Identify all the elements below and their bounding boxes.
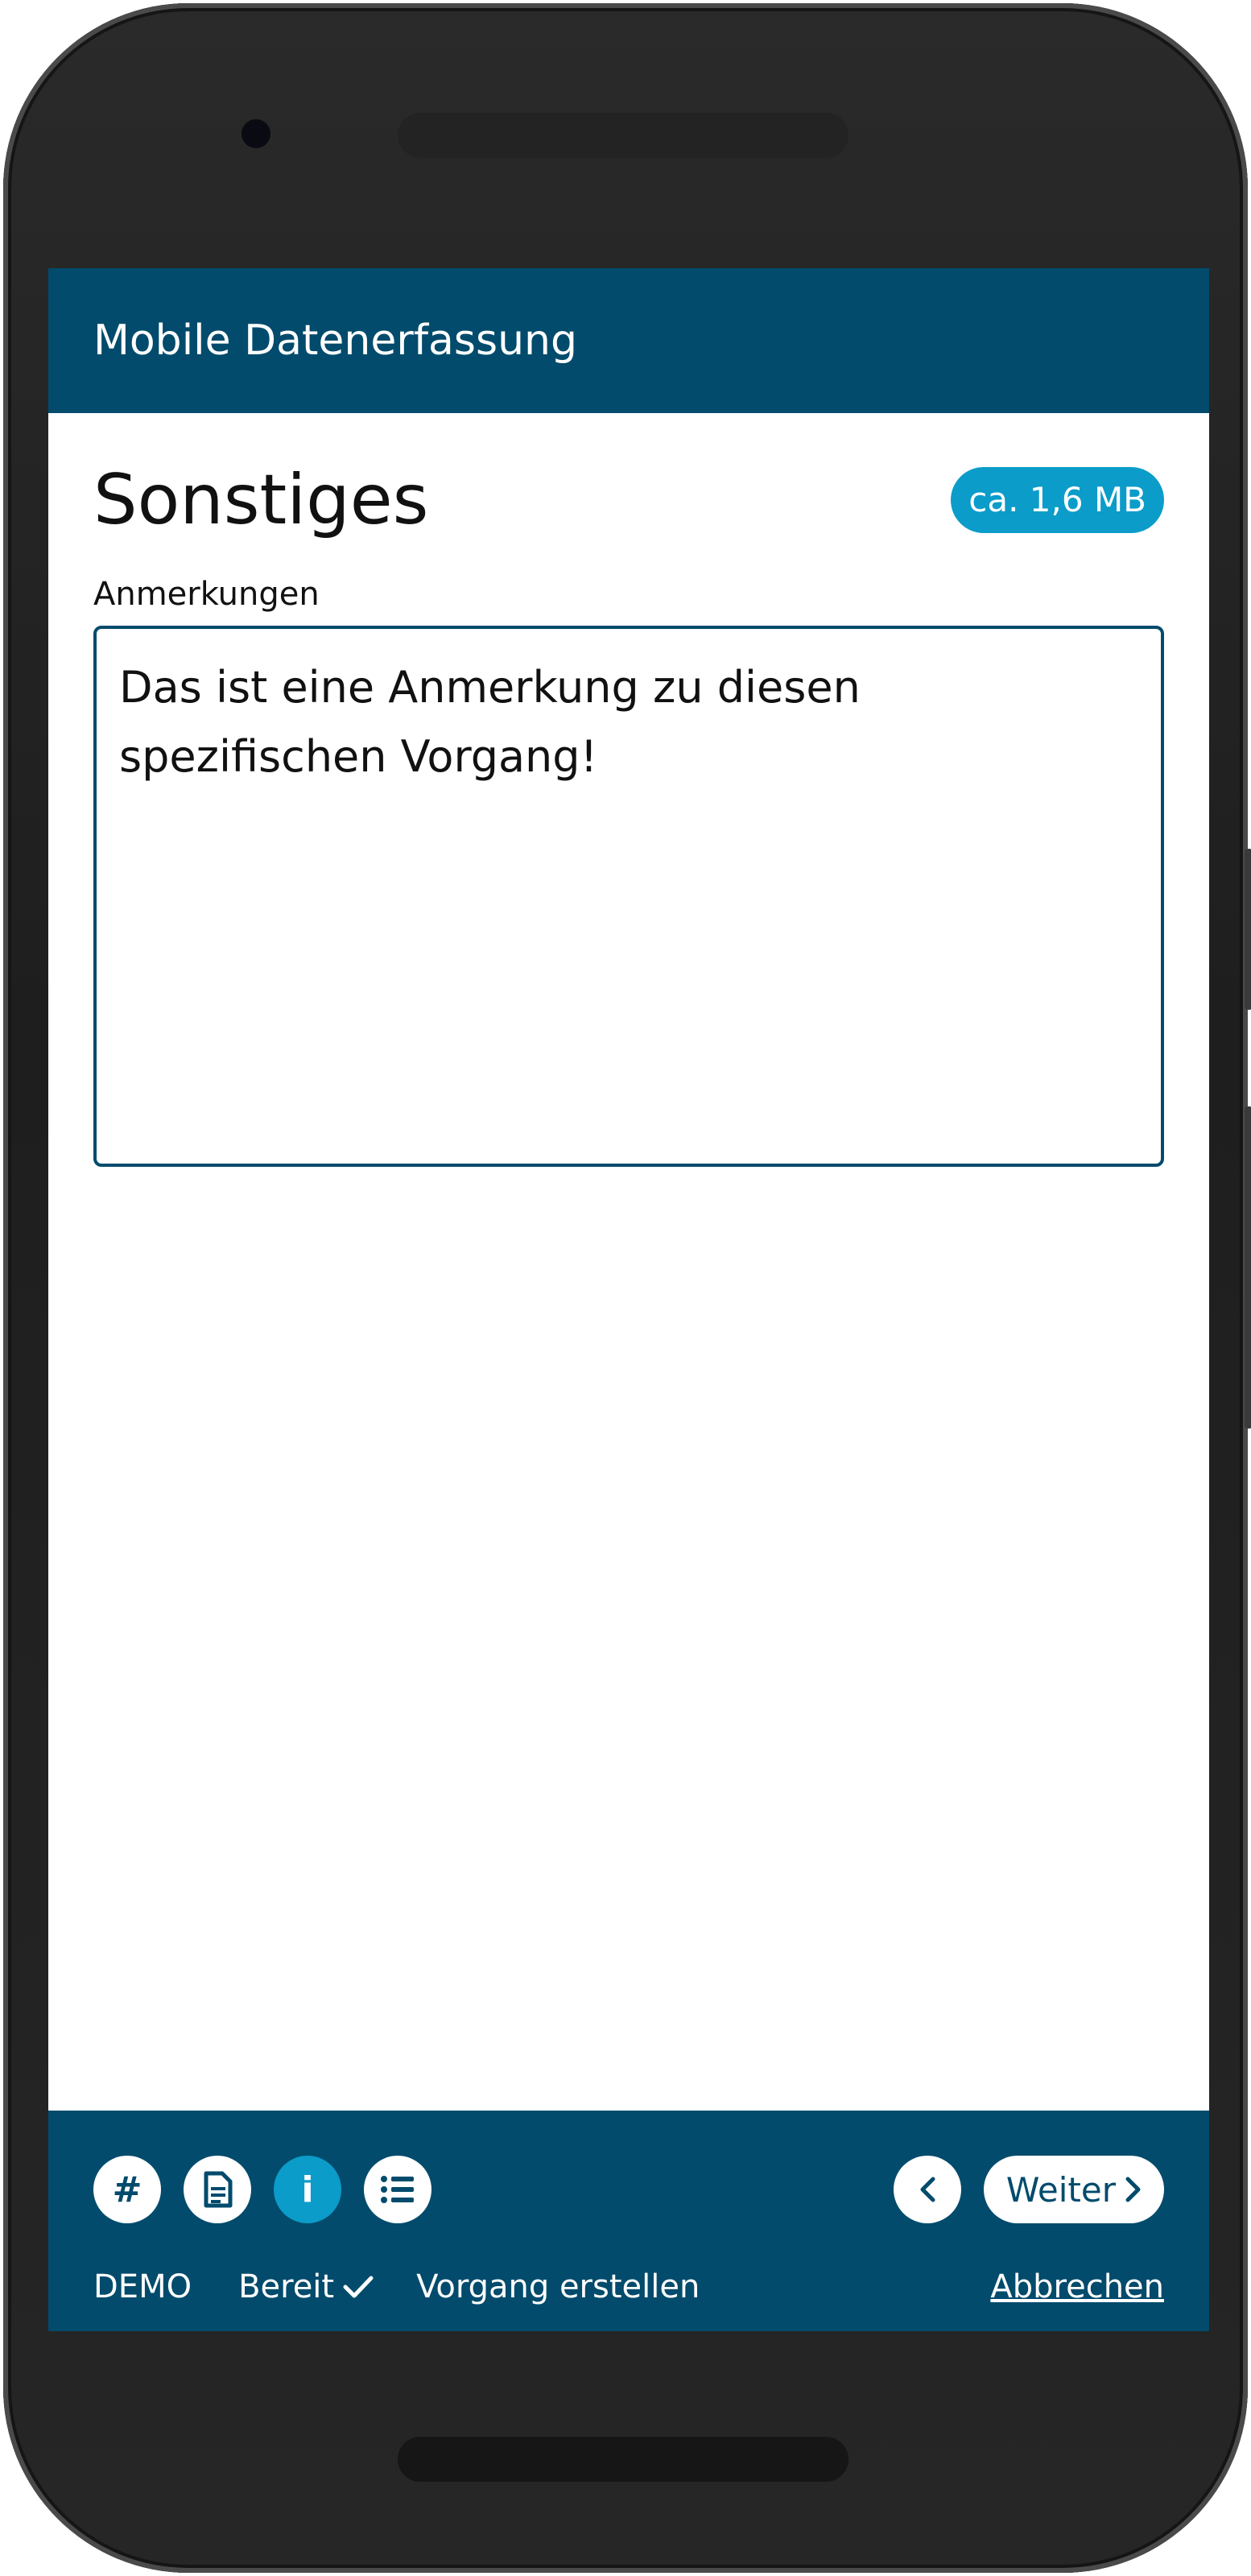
phone-frame: Mobile Datenerfassung Sonstiges ca. 1,6 … <box>3 3 1251 2573</box>
bottom-bar: # i Weiter DEMO Bereit Vorgang erstellen… <box>48 2111 1209 2331</box>
check-icon <box>343 2276 374 2298</box>
document-icon <box>204 2171 233 2208</box>
next-button[interactable]: Weiter <box>983 2156 1164 2223</box>
next-label: Weiter <box>1005 2169 1116 2210</box>
title-row: Sonstiges ca. 1,6 MB <box>93 458 1164 542</box>
chevron-right-icon <box>1125 2177 1141 2202</box>
volume-button <box>1245 849 1251 1010</box>
main-content: Sonstiges ca. 1,6 MB Anmerkungen Das ist… <box>48 458 1209 1170</box>
document-button[interactable] <box>184 2156 251 2223</box>
front-camera <box>242 119 270 148</box>
list-icon <box>381 2176 414 2203</box>
remarks-label: Anmerkungen <box>93 576 320 613</box>
size-badge: ca. 1,6 MB <box>951 467 1164 533</box>
cancel-link[interactable]: Abbrechen <box>990 2268 1164 2305</box>
app-title: Mobile Datenerfassung <box>93 316 577 365</box>
app-header: Mobile Datenerfassung <box>48 268 1209 413</box>
info-button[interactable]: i <box>274 2156 341 2223</box>
section-icon-row: # i <box>93 2156 431 2223</box>
info-icon: i <box>301 2169 314 2210</box>
app-screen: Mobile Datenerfassung Sonstiges ca. 1,6 … <box>48 268 1209 2331</box>
power-button <box>1245 1106 1251 1429</box>
bottom-speaker <box>398 2437 848 2482</box>
hash-button[interactable]: # <box>93 2156 161 2223</box>
action-label: Vorgang erstellen <box>416 2268 700 2305</box>
chevron-left-icon <box>920 2177 935 2202</box>
back-button[interactable] <box>893 2156 961 2223</box>
list-button[interactable] <box>364 2156 431 2223</box>
hash-icon: # <box>112 2169 142 2210</box>
earpiece-speaker <box>398 113 848 158</box>
mode-label: DEMO <box>93 2268 192 2305</box>
status-row: DEMO Bereit Vorgang erstellen Abbrechen <box>93 2268 1164 2305</box>
page-title: Sonstiges <box>93 460 429 540</box>
remarks-textarea[interactable]: Das ist eine Anmerkung zu diesen spezifi… <box>93 626 1164 1167</box>
nav-controls: Weiter <box>893 2156 1164 2223</box>
state-label: Bereit <box>238 2268 335 2305</box>
